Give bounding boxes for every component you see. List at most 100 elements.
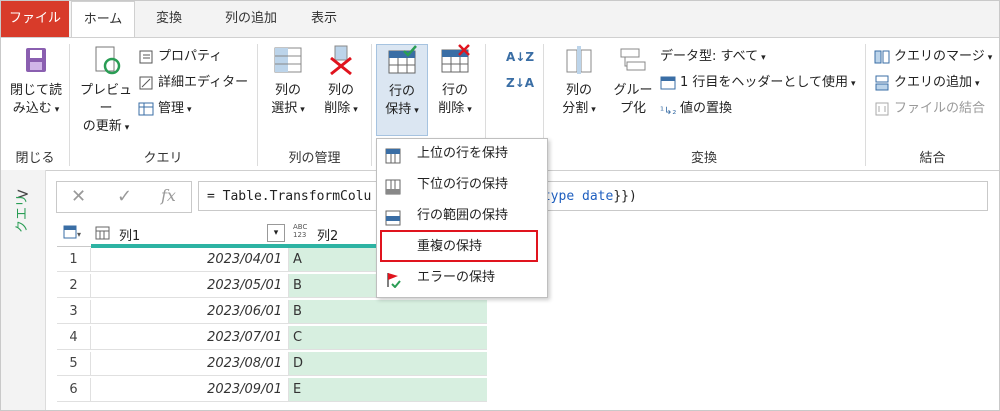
replace-values-icon: ¹↳₂ — [660, 105, 677, 117]
queries-pane-label: クエリ — [15, 193, 30, 233]
group-close: 閉じて読 み込む ▾ 閉じる — [1, 38, 69, 170]
split-column-label: 列の 分割 — [562, 83, 592, 116]
keep-range-rows-icon — [385, 208, 401, 226]
menu-item-keep-bottom-rows[interactable]: 下位の行の保持 — [377, 170, 547, 200]
choose-columns-button[interactable]: 列の 選択 ▾ — [264, 44, 312, 119]
use-first-row-headers-button[interactable]: 1 行目をヘッダーとして使用 ▾ — [660, 72, 856, 94]
cancel-icon[interactable]: ✕ — [71, 186, 86, 207]
table-menu-header[interactable]: ▾ — [57, 220, 91, 247]
cell-col2[interactable]: B — [289, 300, 487, 324]
cell-col1[interactable]: 2023/05/01 — [91, 274, 289, 298]
sort-ascending-button[interactable]: A↓Z — [506, 46, 534, 68]
keep-range-rows-label: 行の範囲の保持 — [417, 208, 509, 223]
keep-rows-label: 行の 保持 — [385, 84, 415, 117]
fx-icon[interactable]: fx — [161, 186, 176, 205]
formula-prefix: = Table.TransformColu — [207, 189, 372, 204]
group-combine: クエリのマージ ▾ クエリの追加 ▾ ファイルの結合 結合 — [866, 38, 999, 170]
cell-col1[interactable]: 2023/07/01 — [91, 326, 289, 350]
choose-columns-label: 列の 選択 — [271, 83, 301, 116]
combine-files-icon — [874, 101, 890, 117]
close-load-icon — [20, 44, 52, 76]
keep-errors-label: エラーの保持 — [417, 270, 496, 285]
group-by-button[interactable]: グルー プ化 — [608, 44, 658, 118]
group-label-close: 閉じる — [15, 151, 55, 166]
use-first-row-headers-label: 1 行目をヘッダーとして使用 — [680, 75, 849, 90]
remove-rows-label: 行の 削除 — [438, 83, 468, 116]
cell-col1[interactable]: 2023/04/01 — [91, 248, 289, 272]
any-type-icon[interactable]: ABC 123 — [293, 223, 307, 239]
keep-errors-icon — [385, 270, 401, 289]
close-and-load-button[interactable]: 閉じて読 み込む ▾ — [5, 44, 67, 119]
merge-queries-button[interactable]: クエリのマージ ▾ — [874, 46, 992, 68]
row-number: 6 — [57, 378, 91, 402]
menu-item-keep-range-of-rows[interactable]: 行の範囲の保持 — [377, 201, 547, 231]
group-query: プレビュー の更新 ▾ プロパティ 詳細エディター 管理 ▾ クエリ — [70, 38, 256, 170]
merge-queries-label: クエリのマージ — [894, 49, 985, 64]
split-column-button[interactable]: 列の 分割 ▾ — [552, 44, 606, 119]
data-type-dropdown[interactable]: データ型: すべて ▾ — [660, 46, 766, 68]
confirm-icon[interactable]: ✓ — [117, 186, 132, 207]
ribbon-tabs: ファイル ホーム 変換 列の追加 表示 — [1, 1, 999, 38]
menu-item-keep-errors[interactable]: エラーの保持 — [377, 263, 547, 293]
menu-item-keep-top-rows[interactable]: 上位の行を保持 — [377, 139, 547, 169]
replace-values-label: 値の置換 — [680, 101, 733, 116]
tab-view[interactable]: 表示 — [299, 1, 349, 37]
combine-files-label: ファイルの結合 — [894, 101, 986, 116]
cell-col1[interactable]: 2023/08/01 — [91, 352, 289, 376]
properties-label: プロパティ — [158, 49, 223, 64]
manage-label: 管理 — [158, 101, 185, 116]
cell-col1[interactable]: 2023/06/01 — [91, 300, 289, 324]
tab-transform[interactable]: 変換 — [139, 1, 199, 37]
append-queries-button[interactable]: クエリの追加 ▾ — [874, 72, 980, 94]
col1-label: 列1 — [119, 229, 141, 244]
group-label-transform: 変換 — [690, 151, 717, 166]
cell-col1[interactable]: 2023/09/01 — [91, 378, 289, 402]
replace-values-button[interactable]: ¹↳₂ 値の置換 — [660, 98, 732, 120]
row-number: 3 — [57, 300, 91, 324]
group-column-management: 列の 選択 ▾ 列の 削除 ▾ 列の管理 — [258, 38, 371, 170]
power-query-editor: ファイル ホーム 変換 列の追加 表示 閉じて読 み込む ▾ 閉じる プレビュー … — [0, 0, 1000, 411]
remove-columns-button[interactable]: 列の 削除 ▾ — [316, 44, 366, 119]
choose-columns-icon — [272, 44, 304, 76]
highlight-keep-duplicates — [380, 230, 538, 262]
cell-col2[interactable]: C — [289, 326, 487, 350]
row-number: 1 — [57, 248, 91, 272]
col1-filter-dropdown-icon[interactable]: ▾ — [267, 224, 285, 242]
data-type-label: データ型: すべて — [660, 49, 759, 64]
combine-files-button[interactable]: ファイルの結合 — [874, 98, 985, 120]
group-by-icon — [617, 44, 649, 76]
refresh-preview-button[interactable]: プレビュー の更新 ▾ — [74, 44, 138, 137]
formula-bar[interactable]: = Table.TransformColu", type date}}) — [198, 181, 988, 211]
remove-rows-button[interactable]: 行の 削除 ▾ — [430, 44, 480, 119]
group-label-combine: 結合 — [919, 151, 946, 166]
keep-bottom-rows-icon — [385, 177, 401, 195]
formula-type: date — [582, 189, 614, 204]
sort-descending-button[interactable]: Z↓A — [506, 72, 534, 94]
col2-label: 列2 — [317, 229, 339, 244]
advanced-editor-button[interactable]: 詳細エディター — [138, 72, 248, 94]
properties-button[interactable]: プロパティ — [138, 46, 222, 68]
group-label-query: クエリ — [143, 151, 183, 166]
advanced-editor-icon — [138, 75, 154, 91]
keep-top-rows-label: 上位の行を保持 — [417, 146, 509, 161]
keep-top-rows-icon — [385, 146, 401, 164]
date-type-icon[interactable] — [95, 225, 111, 244]
cell-col2[interactable]: D — [289, 352, 487, 376]
row-number: 2 — [57, 274, 91, 298]
merge-queries-icon — [874, 49, 890, 65]
append-queries-icon — [874, 75, 890, 91]
row-number: 5 — [57, 352, 91, 376]
tab-file[interactable]: ファイル — [1, 1, 69, 37]
column-header-col1[interactable]: 列1 ▾ — [91, 220, 290, 248]
cell-col2[interactable]: E — [289, 378, 487, 402]
formula-bar-controls: ✕ ✓ fx — [56, 181, 192, 213]
manage-icon — [138, 101, 154, 117]
row-number: 4 — [57, 326, 91, 350]
keep-rows-button[interactable]: 行の 保持 ▾ — [376, 44, 428, 136]
tab-add-column[interactable]: 列の追加 — [206, 1, 296, 37]
manage-button[interactable]: 管理 ▾ — [138, 98, 192, 120]
tab-home[interactable]: ホーム — [71, 1, 135, 38]
remove-columns-label: 列の 削除 — [324, 83, 354, 116]
split-column-icon — [563, 44, 595, 76]
remove-rows-icon — [439, 44, 471, 76]
